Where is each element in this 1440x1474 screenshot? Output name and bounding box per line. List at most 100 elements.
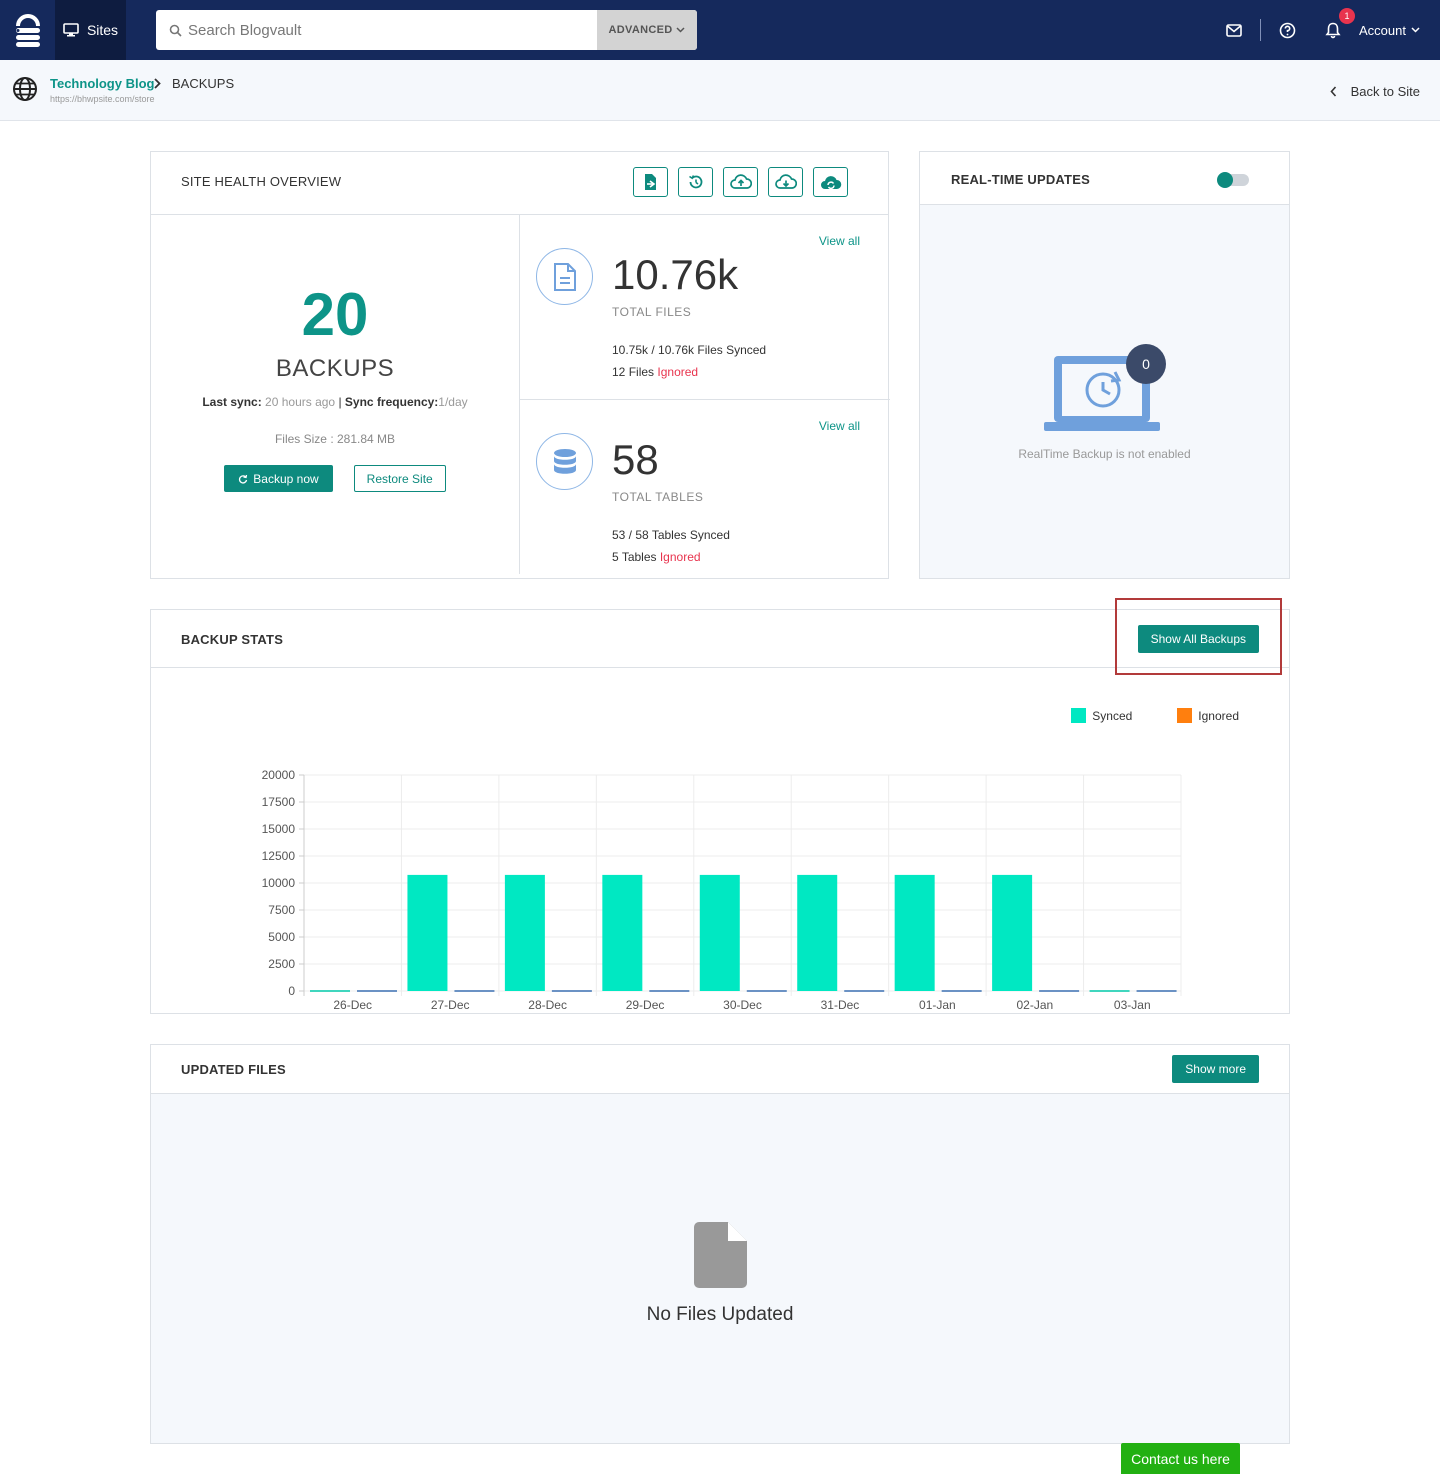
last-sync-label: Last sync: (202, 395, 262, 409)
file-icon (536, 248, 593, 305)
bar-synced (992, 874, 1033, 991)
chevron-down-icon (1411, 27, 1420, 33)
advanced-search-button[interactable]: ADVANCED (597, 10, 697, 50)
show-more-button[interactable]: Show more (1172, 1055, 1259, 1083)
back-to-site-link[interactable]: Back to Site (1330, 84, 1420, 99)
files-synced-counts: 10.75k / 10.76k (612, 343, 695, 357)
breadcrumb-site-link[interactable]: Technology Blog (50, 76, 154, 91)
realtime-title: REAL-TIME UPDATES (951, 172, 1090, 187)
nav-actions: 1 Account (1222, 0, 1420, 60)
site-health-header: SITE HEALTH OVERVIEW (151, 152, 888, 215)
breadcrumb: Technology Blog BACKUPS https://bhwpsite… (0, 60, 1440, 121)
cloud-sync-button[interactable] (813, 167, 848, 197)
bar-synced (797, 874, 838, 991)
tables-ignored-word: Ignored (659, 550, 701, 564)
total-tables-value: 58 (612, 436, 659, 483)
x-tick-label: 27-Dec (431, 998, 470, 1012)
contact-us-button[interactable]: Contact us here (1121, 1443, 1240, 1474)
site-tools (633, 167, 848, 197)
total-files-caption: TOTAL FILES (612, 305, 692, 319)
chevron-down-icon (676, 27, 685, 33)
backup-stats-title: BACKUP STATS (181, 632, 284, 647)
y-tick-label: 17500 (262, 795, 296, 809)
sites-label: Sites (86, 22, 119, 38)
site-url: https://bhwpsite.com/store (50, 94, 155, 104)
export-file-button[interactable] (633, 167, 668, 197)
cloud-download-icon (774, 174, 797, 189)
last-sync-value: 20 hours ago (265, 395, 336, 409)
chevron-left-icon (1330, 86, 1336, 97)
backups-count: 20 (301, 281, 369, 348)
logo-icon (15, 14, 40, 47)
notification-badge: 1 (1339, 8, 1356, 24)
realtime-count-badge: 0 (1126, 344, 1166, 384)
legend-label-synced: Synced (1092, 708, 1133, 723)
monitor-icon (63, 23, 79, 37)
backup-now-label: Backup now (253, 471, 319, 486)
restore-site-button[interactable]: Restore Site (353, 465, 446, 492)
help-icon[interactable] (1275, 18, 1299, 42)
show-all-backups-button[interactable]: Show All Backups (1137, 625, 1259, 653)
file-icon (694, 1222, 747, 1288)
tables-ignored: 5 Tables Ignored (612, 550, 701, 564)
mail-icon[interactable] (1222, 18, 1246, 42)
total-tables-caption: TOTAL TABLES (612, 490, 704, 504)
y-tick-label: 12500 (262, 849, 296, 863)
tables-ignored-count: 5 (612, 550, 619, 564)
bar-synced (894, 874, 935, 991)
legend-item-ignored[interactable]: Ignored (1177, 708, 1239, 723)
restore-site-label: Restore Site (366, 471, 433, 486)
y-tick-label: 2500 (268, 957, 295, 971)
tables-view-all-link[interactable]: View all (819, 419, 860, 433)
files-ignored-noun: Files (628, 365, 655, 379)
sync-separator: | (338, 395, 342, 409)
x-tick-label: 01-Jan (919, 998, 956, 1012)
total-files-value: 10.76k (612, 251, 739, 298)
tables-synced-counts: 53 / 58 (612, 528, 649, 542)
backups-label: BACKUPS (275, 355, 395, 382)
x-tick-label: 02-Jan (1016, 998, 1053, 1012)
files-synced: 10.75k / 10.76k Files Synced (612, 343, 766, 357)
backup-now-button[interactable]: Backup now (224, 465, 333, 492)
cloud-sync-icon (820, 176, 841, 190)
restore-history-button[interactable] (678, 167, 713, 197)
blogvault-logo[interactable] (0, 0, 55, 60)
show-more-label: Show more (1185, 1062, 1246, 1076)
sites-tab[interactable]: Sites (55, 0, 126, 60)
files-ignored: 12 Files Ignored (612, 365, 698, 379)
realtime-status-message: RealTime Backup is not enabled (1018, 447, 1191, 461)
legend-item-synced[interactable]: Synced (1071, 708, 1132, 723)
history-icon (688, 175, 702, 189)
cloud-upload-icon (729, 174, 752, 189)
backups-summary: 20 BACKUPS Last sync: 20 hours ago | Syn… (151, 215, 520, 574)
x-tick-label: 26-Dec (333, 998, 372, 1012)
breadcrumb-current-page: BACKUPS (172, 76, 235, 91)
x-tick-label: 03-Jan (1114, 998, 1151, 1012)
site-health-title: SITE HEALTH OVERVIEW (181, 174, 342, 189)
realtime-updates-card: REAL-TIME UPDATES 0 RealTime Backup is n… (919, 151, 1290, 579)
top-navbar: Sites ADVANCED 1 Account (0, 0, 1440, 60)
backup-stats-card: 0 2500 5000 7500 10000 12500 15000 17500 20000 26… (150, 609, 1290, 1014)
cloud-download-button[interactable] (768, 167, 803, 197)
account-label: Account (1359, 22, 1406, 38)
y-tick-label: 5000 (268, 930, 295, 944)
legend-swatch-ignored (1177, 708, 1193, 723)
account-menu[interactable]: Account (1359, 23, 1420, 38)
cloud-upload-button[interactable] (723, 167, 758, 197)
realtime-toggle[interactable] (1217, 172, 1249, 188)
notifications-bell-icon[interactable]: 1 (1321, 8, 1356, 42)
refresh-icon (239, 474, 248, 484)
backup-stats-header: BACKUP STATS Show All Backups (151, 610, 1289, 668)
sync-info: Last sync: 20 hours ago | Sync frequency… (151, 395, 519, 409)
advanced-label: ADVANCED (608, 24, 673, 36)
tables-synced: 53 / 58 Tables Synced (612, 528, 730, 542)
bar-synced (602, 874, 643, 991)
files-view-all-link[interactable]: View all (819, 234, 860, 248)
updated-files-title: UPDATED FILES (181, 1062, 286, 1077)
chart-legend: Synced Ignored (1071, 708, 1239, 723)
y-tick-label: 15000 (262, 822, 296, 836)
search-input[interactable] (186, 10, 597, 50)
search-bar: ADVANCED (156, 10, 697, 50)
files-synced-word: Files Synced (697, 343, 767, 357)
site-health-card: SITE HEALTH OVERVIEW 20 BACKUPS Last syn… (150, 151, 890, 579)
